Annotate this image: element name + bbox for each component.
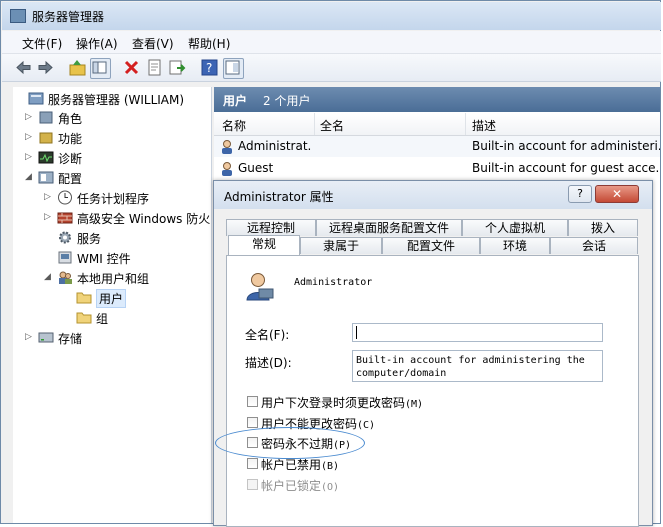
expand-icon[interactable]: ▷	[44, 212, 54, 222]
diagnostics-icon	[38, 150, 54, 165]
fullname-field[interactable]	[352, 323, 603, 342]
user-avatar-icon	[245, 272, 275, 305]
description-value: Built-in account for administering the c…	[356, 355, 585, 379]
menu-view[interactable]: 查看(V)	[132, 35, 174, 52]
fullname-label: 全名(F):	[245, 328, 290, 342]
navigation-tree: 服务器管理器 (WILLIAM) ▷ 角色 ▷ 功能 ▷ 诊断 ◢ 配置 ▷ 任…	[13, 87, 212, 523]
tab-dial-in[interactable]: 拨入	[568, 219, 638, 236]
access-key: (B)	[321, 461, 340, 472]
expand-icon[interactable]: ▷	[25, 152, 35, 162]
export-icon[interactable]	[168, 58, 187, 77]
table-row[interactable]: Administrat... Built-in account for admi…	[214, 136, 660, 157]
title-bar: 服务器管理器	[2, 2, 661, 30]
must-change-password-label[interactable]: 用户下次登录时须更改密码(M)	[261, 394, 423, 411]
server-manager-icon	[10, 9, 26, 23]
expand-icon[interactable]: ▷	[44, 192, 54, 202]
menu-bar: 文件(F) 操作(A) 查看(V) 帮助(H)	[2, 31, 661, 54]
back-icon[interactable]	[14, 58, 33, 77]
highlight-ellipse	[215, 427, 365, 459]
server-manager-icon	[28, 91, 44, 106]
cell-name: Guest	[238, 161, 274, 175]
show-tree-icon[interactable]	[90, 58, 111, 79]
tab-remote-control[interactable]: 远程控制	[226, 219, 316, 236]
roles-icon	[38, 110, 54, 125]
user-icon	[220, 139, 235, 157]
tab-profile[interactable]: 配置文件	[382, 237, 480, 254]
window-title: 服务器管理器	[32, 10, 105, 24]
dialog-title-bar: Administrator 属性 ? ✕	[214, 181, 652, 209]
table-row[interactable]: Guest Built-in account for guest acce...	[214, 158, 660, 179]
properties-icon[interactable]	[145, 58, 164, 77]
dialog-title: Administrator 属性	[224, 190, 334, 204]
menu-action[interactable]: 操作(A)	[76, 35, 118, 52]
close-button[interactable]: ✕	[595, 185, 639, 203]
account-locked-checkbox	[247, 479, 258, 490]
tab-general[interactable]: 常规	[228, 235, 300, 255]
cannot-change-password-checkbox[interactable]	[247, 417, 258, 428]
column-fullname[interactable]: 全名	[320, 117, 344, 134]
expand-icon[interactable]: ▷	[25, 112, 35, 122]
users-icon	[57, 270, 73, 285]
toolbar: ?	[2, 54, 661, 82]
user-count: 2 个用户	[263, 94, 311, 108]
svg-text:?: ?	[206, 61, 212, 75]
column-header: 名称 全名 描述	[214, 113, 660, 136]
cell-name: Administrat...	[238, 139, 312, 153]
gear-icon	[57, 230, 73, 245]
forward-icon[interactable]	[36, 58, 55, 77]
cell-description: Built-in account for guest acce...	[472, 161, 660, 175]
folder-icon	[76, 290, 92, 305]
collapse-icon[interactable]: ◢	[25, 172, 35, 182]
help-button[interactable]: ?	[568, 185, 592, 203]
console-icon[interactable]	[223, 58, 244, 79]
pane-title: 用户	[223, 94, 248, 108]
access-key: (O)	[321, 482, 340, 493]
pane-header: 用户 2 个用户	[214, 87, 660, 112]
general-tab-panel: Administrator 全名(F): 描述(D): Built-in acc…	[226, 255, 639, 527]
access-key: (M)	[405, 399, 424, 410]
cell-description: Built-in account for administeri...	[472, 139, 660, 153]
access-key: (C)	[357, 420, 376, 431]
menu-file[interactable]: 文件(F)	[22, 35, 62, 52]
checkbox-text: 用户下次登录时须更改密码	[261, 396, 406, 410]
help-icon[interactable]: ?	[200, 58, 219, 77]
collapse-icon[interactable]: ◢	[44, 272, 54, 282]
up-icon[interactable]	[68, 58, 87, 77]
checkbox-text: 帐户已锁定	[261, 479, 322, 493]
tab-personal-vm[interactable]: 个人虚拟机	[462, 219, 568, 236]
features-icon	[38, 130, 54, 145]
description-field[interactable]: Built-in account for administering the c…	[352, 350, 603, 382]
clock-icon	[57, 190, 73, 205]
account-locked-label: 帐户已锁定(O)	[261, 477, 339, 494]
storage-icon	[38, 330, 54, 345]
user-icon	[220, 161, 235, 179]
tab-member-of[interactable]: 隶属于	[300, 237, 382, 254]
column-divider	[465, 113, 466, 135]
expand-icon[interactable]: ▷	[25, 132, 35, 142]
must-change-password-checkbox[interactable]	[247, 396, 258, 407]
text-cursor	[356, 326, 357, 339]
delete-icon[interactable]	[122, 58, 141, 77]
column-name[interactable]: 名称	[222, 117, 246, 134]
tab-sessions[interactable]: 会话	[550, 237, 638, 254]
properties-dialog: Administrator 属性 ? ✕ 远程控制 远程桌面服务配置文件 个人虚…	[213, 180, 653, 527]
tab-rds-profile[interactable]: 远程桌面服务配置文件	[316, 219, 462, 236]
tab-environment[interactable]: 环境	[480, 237, 550, 254]
configuration-icon	[38, 170, 54, 185]
menu-help[interactable]: 帮助(H)	[188, 35, 230, 52]
column-divider	[314, 113, 315, 135]
description-label: 描述(D):	[245, 356, 292, 370]
column-description[interactable]: 描述	[472, 117, 496, 134]
username: Administrator	[294, 277, 373, 288]
folder-icon	[76, 310, 92, 325]
expand-icon[interactable]: ▷	[25, 332, 35, 342]
account-disabled-checkbox[interactable]	[247, 458, 258, 469]
firewall-icon	[57, 210, 73, 225]
checkbox-text: 帐户已禁用	[261, 458, 322, 472]
wmi-icon	[57, 250, 73, 265]
